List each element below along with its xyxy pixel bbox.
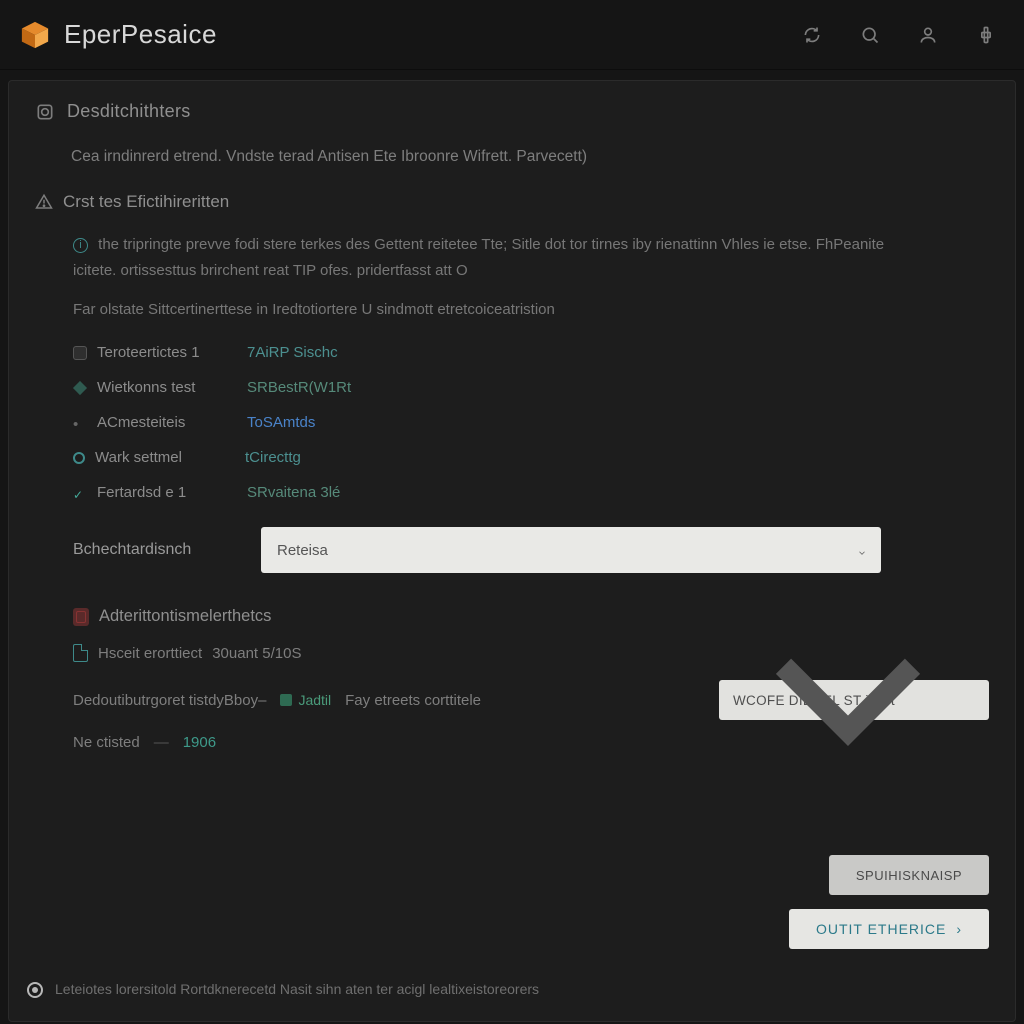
ne-label: Ne ctisted — [73, 734, 140, 751]
document-icon — [73, 644, 88, 662]
property-label: ACmesteiteis — [97, 414, 237, 431]
status-chip[interactable]: Jadtil — [280, 692, 331, 708]
chip-label: Jadtil — [298, 692, 331, 708]
ne-value: 1906 — [183, 734, 216, 751]
footer-option: Leteiotes lorersitold Rortdknerecetd Nas… — [27, 980, 539, 999]
warning-icon — [35, 193, 53, 211]
secondary-paragraph: Far olstate Sittcertinerttese in Iredtot… — [73, 301, 989, 318]
chip-icon — [280, 694, 292, 706]
info-paragraph-text: the tripringte prevve fodi stere terkes … — [73, 236, 884, 279]
user-icon[interactable] — [918, 25, 938, 45]
section-description: Cea irndinrerd etrend. Vndste terad Anti… — [71, 148, 989, 166]
ring-icon — [73, 452, 85, 464]
secondary-button[interactable]: SPUIHISKNAISP — [829, 855, 989, 895]
alert-icon — [73, 608, 89, 626]
diamond-icon — [73, 380, 87, 394]
app-logo-icon — [20, 20, 50, 50]
property-label: Wark settmel — [95, 449, 235, 466]
select-label: Bchechtardisnch — [73, 541, 243, 559]
property-value[interactable]: 7AiRP Sischc — [247, 344, 338, 361]
property-row: ACmesteiteis ToSAmtds — [73, 414, 989, 431]
settings-icon[interactable] — [976, 25, 996, 45]
lower-section: Adterittontismelerthetcs Hsceit erorttie… — [73, 607, 989, 751]
section-title: Desditchithters — [67, 101, 191, 122]
chevron-down-icon — [857, 545, 867, 555]
subsection-title: Crst tes Efictihireritten — [63, 192, 229, 212]
check-icon — [73, 486, 87, 500]
app-title: EperPesaice — [64, 19, 217, 50]
lower-line-label: Hsceit erorttiect — [98, 645, 202, 662]
info-icon: i — [73, 238, 88, 253]
search-icon[interactable] — [860, 25, 880, 45]
property-row: Teroteertictes 1 7AiRP Sischc — [73, 344, 989, 361]
info-paragraph: i the tripringte prevve fodi stere terke… — [73, 232, 923, 283]
property-label: Fertardsd e 1 — [97, 484, 237, 501]
primary-button-label: OUTIT ETHERICE — [816, 921, 946, 937]
subsection-header: Crst tes Efictihireritten — [35, 192, 989, 212]
select-dropdown[interactable]: Reteisa — [261, 527, 881, 573]
select-row: Bchechtardisnch Reteisa — [73, 527, 989, 573]
section-header: Desditchithters — [35, 101, 989, 122]
lower-title: Adterittontismelerthetcs — [99, 607, 271, 626]
property-row: Fertardsd e 1 SRvaitena 3lé — [73, 484, 989, 501]
topbar: EperPesaice — [0, 0, 1024, 70]
property-value[interactable]: tCirecttg — [245, 449, 301, 466]
lower-line-value: 30uant 5/10S — [212, 645, 301, 662]
triple-left-label: Dedoutibutrgoret tistdyBboy– — [73, 692, 266, 709]
triple-row: Dedoutibutrgoret tistdyBboy– Jadtil Fay … — [73, 680, 989, 720]
select-value: Reteisa — [277, 542, 328, 559]
property-label: Wietkonns test — [97, 379, 237, 396]
property-value[interactable]: SRvaitena 3lé — [247, 484, 340, 501]
chevron-down-icon — [719, 570, 977, 831]
triple-mid-label: Fay etreets corttitele — [345, 692, 481, 709]
footer-text: Leteiotes lorersitold Rortdknerecetd Nas… — [55, 980, 539, 999]
secondary-button-label: SPUIHISKNAISP — [856, 868, 962, 883]
main-panel: Desditchithters Cea irndinrerd etrend. V… — [8, 80, 1016, 1022]
button-stack: SPUIHISKNAISP OUTIT ETHERICE › — [789, 855, 989, 949]
property-value[interactable]: SRBestR(W1Rt — [247, 379, 351, 396]
primary-button[interactable]: OUTIT ETHERICE › — [789, 909, 989, 949]
property-label: Teroteertictes 1 — [97, 344, 237, 361]
property-row: Wark settmel tCirecttg — [73, 449, 989, 466]
properties-list: Teroteertictes 1 7AiRP Sischc Wietkonns … — [73, 344, 989, 501]
topbar-actions — [802, 25, 996, 45]
secondary-dropdown[interactable]: WCOFE DIEGEL ST ictiot — [719, 680, 989, 720]
property-row: Wietkonns test SRBestR(W1Rt — [73, 379, 989, 396]
radio-selected[interactable] — [27, 982, 43, 998]
sync-icon[interactable] — [802, 25, 822, 45]
chevron-right-icon: › — [956, 921, 962, 937]
section-icon — [35, 102, 55, 122]
property-value[interactable]: ToSAmtds — [247, 414, 315, 431]
square-icon — [73, 346, 87, 360]
dot-icon — [73, 416, 87, 430]
